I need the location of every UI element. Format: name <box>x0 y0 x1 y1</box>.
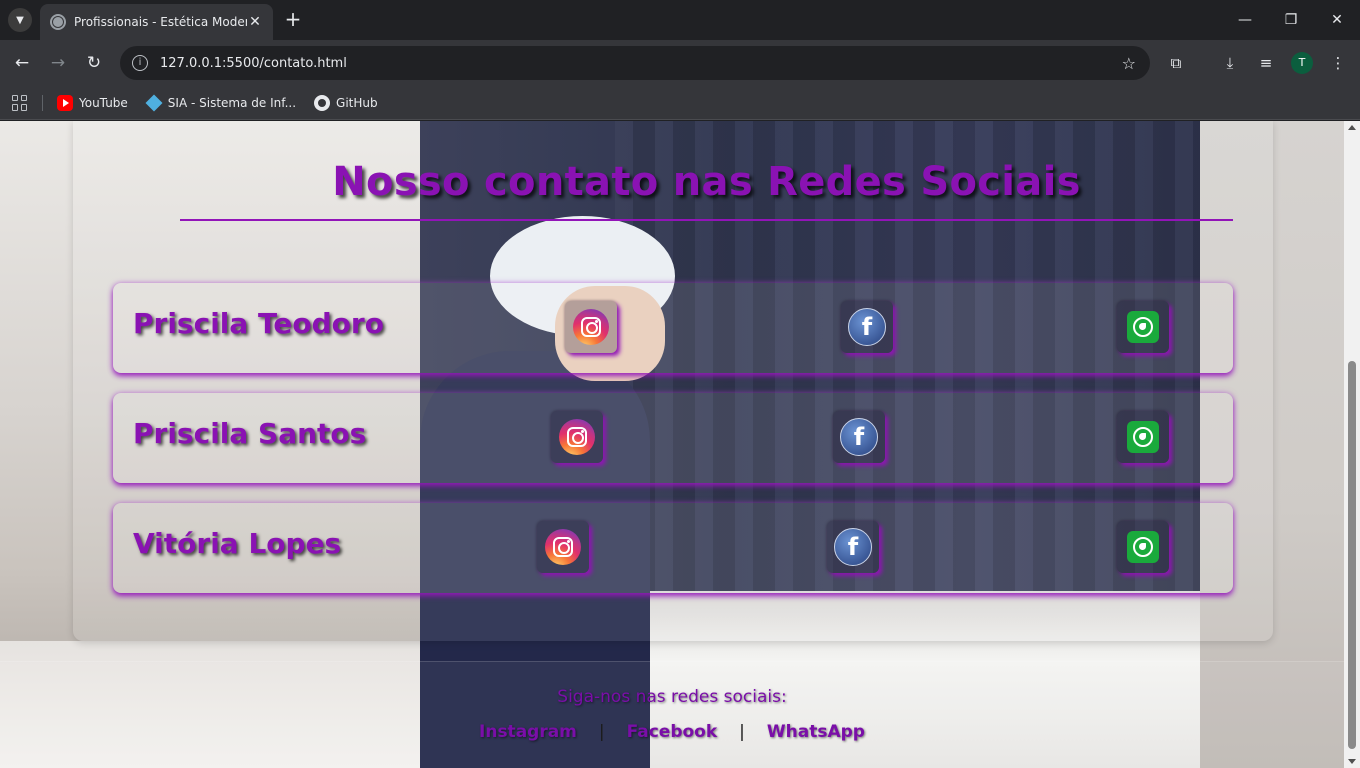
bookmark-github[interactable]: GitHub <box>314 94 378 111</box>
contact-name: Priscila Santos <box>133 417 367 450</box>
new-tab-button[interactable]: + <box>282 8 304 30</box>
page-scrollbar[interactable] <box>1344 121 1360 768</box>
scroll-up-icon[interactable] <box>1348 125 1356 130</box>
bookmarks-bar: YouTube SIA - Sistema de Inf... GitHub <box>0 86 1360 120</box>
page-footer: Siga-nos nas redes sociais: Instagram | … <box>0 661 1344 768</box>
contact-card: Vitória Lopes f <box>113 503 1233 593</box>
bookmark-sia[interactable]: SIA - Sistema de Inf... <box>145 94 297 111</box>
restore-button[interactable]: ❐ <box>1278 8 1304 32</box>
download-icon[interactable]: ⤓ <box>1219 52 1241 74</box>
menu-icon[interactable]: ⋮ <box>1327 52 1349 74</box>
bookmark-youtube[interactable]: YouTube <box>57 94 128 111</box>
contact-name: Priscila Teodoro <box>133 307 384 340</box>
tab-strip: ▼ Profissionais - Estética Moderna ✕ + —… <box>0 0 1360 40</box>
forward-button[interactable]: → <box>46 51 70 75</box>
address-bar[interactable]: i 127.0.0.1:5500/contato.html ☆ <box>120 46 1150 80</box>
active-tab[interactable]: Profissionais - Estética Moderna ✕ <box>40 4 273 40</box>
whatsapp-link[interactable] <box>1117 301 1169 353</box>
media-control-icon[interactable]: ≡ <box>1255 52 1277 74</box>
instagram-link[interactable] <box>565 301 617 353</box>
facebook-icon: f <box>840 418 878 456</box>
bookmarks-divider <box>42 94 43 111</box>
reload-button[interactable]: ↻ <box>82 51 106 75</box>
facebook-link[interactable]: f <box>827 521 879 573</box>
bookmark-label: SIA - Sistema de Inf... <box>167 95 297 110</box>
scrollbar-thumb[interactable] <box>1348 361 1356 749</box>
instagram-icon <box>573 309 609 345</box>
page-title: Nosso contato nas Redes Sociais <box>332 159 1081 205</box>
facebook-icon: f <box>848 308 886 346</box>
extensions-icon[interactable]: ⧉ <box>1165 52 1187 74</box>
contact-card: Priscila Teodoro f <box>113 283 1233 373</box>
instagram-link[interactable] <box>537 521 589 573</box>
facebook-link[interactable]: f <box>841 301 893 353</box>
bookmark-star-icon[interactable]: ☆ <box>1122 54 1136 73</box>
page-viewport: Nosso contato nas Redes Sociais Priscila… <box>0 121 1344 768</box>
profile-avatar[interactable]: T <box>1291 52 1313 74</box>
apps-grid-icon[interactable] <box>12 94 28 111</box>
close-tab-icon[interactable]: ✕ <box>247 14 263 30</box>
facebook-icon: f <box>834 528 872 566</box>
browser-toolbar: ← → ↻ i 127.0.0.1:5500/contato.html ☆ ⧉ … <box>0 40 1360 86</box>
contact-name: Vitória Lopes <box>133 527 342 560</box>
footer-whatsapp-link[interactable]: WhatsApp <box>767 722 865 742</box>
minimize-button[interactable]: — <box>1232 8 1258 32</box>
footer-facebook-link[interactable]: Facebook <box>627 722 718 742</box>
whatsapp-icon <box>1127 421 1159 453</box>
globe-icon <box>50 14 66 30</box>
tab-search-button[interactable]: ▼ <box>8 8 32 32</box>
sia-icon <box>145 94 163 111</box>
instagram-icon <box>545 529 581 565</box>
whatsapp-icon <box>1127 531 1159 563</box>
whatsapp-link[interactable] <box>1117 411 1169 463</box>
footer-separator: | <box>598 722 605 742</box>
follow-text: Siga-nos nas redes sociais: <box>557 687 787 707</box>
url-text[interactable]: 127.0.0.1:5500/contato.html <box>160 56 1122 71</box>
close-window-button[interactable]: ✕ <box>1324 8 1350 32</box>
footer-instagram-link[interactable]: Instagram <box>479 722 577 742</box>
back-button[interactable]: ← <box>10 51 34 75</box>
facebook-link[interactable]: f <box>833 411 885 463</box>
footer-links: Instagram | Facebook | WhatsApp <box>0 722 1344 742</box>
scroll-down-icon[interactable] <box>1348 759 1356 764</box>
github-icon <box>314 94 331 111</box>
tab-title: Profissionais - Estética Moderna <box>74 15 247 29</box>
whatsapp-icon <box>1127 311 1159 343</box>
bookmark-label: GitHub <box>336 95 378 110</box>
youtube-icon <box>57 94 73 111</box>
bookmark-label: YouTube <box>79 95 128 110</box>
footer-separator: | <box>739 722 745 742</box>
instagram-icon <box>559 419 595 455</box>
whatsapp-link[interactable] <box>1117 521 1169 573</box>
instagram-link[interactable] <box>551 411 603 463</box>
title-divider <box>180 219 1233 221</box>
contact-card: Priscila Santos f <box>113 393 1233 483</box>
site-info-icon[interactable]: i <box>132 55 148 71</box>
